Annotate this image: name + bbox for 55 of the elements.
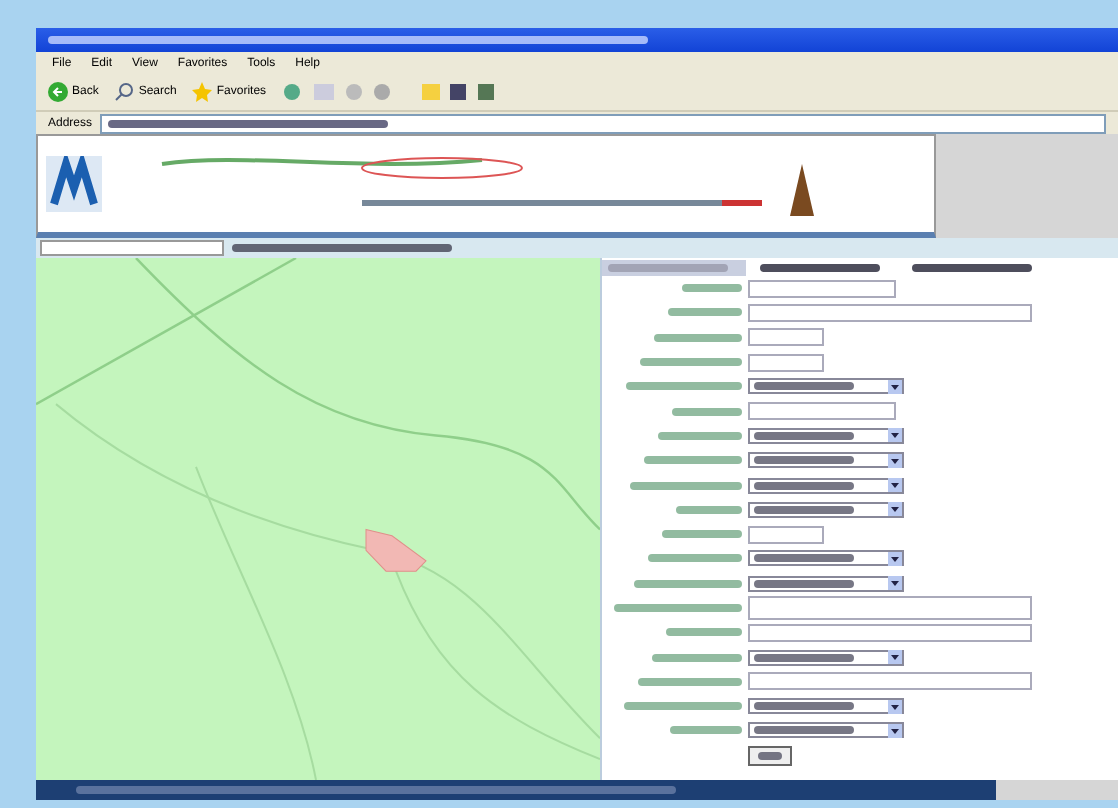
blurred-label [652,653,742,662]
caret-icon [888,551,902,566]
blurred-label [668,308,742,317]
input-field[interactable] [748,623,1032,642]
dropdown[interactable] [748,501,904,518]
star-icon [192,82,213,102]
dropdown[interactable] [748,427,904,444]
blurred-label [672,407,742,416]
caret-icon [888,453,902,468]
address-field[interactable] [100,113,1106,133]
blurred-label [614,604,742,612]
dropdown[interactable] [748,477,904,494]
blurred-label [648,554,742,563]
dropdown[interactable] [748,575,904,592]
search-field[interactable] [40,240,224,256]
submit-button[interactable] [748,745,792,766]
back-arrow-icon [48,82,68,102]
blurred-label [644,456,742,465]
dropdown[interactable] [748,698,904,715]
blurred-label [666,628,742,637]
input-field[interactable] [748,353,824,372]
dropdown[interactable] [748,452,904,469]
dropdown[interactable] [748,649,904,666]
blurred-label [626,382,742,391]
caret-icon [888,723,902,738]
blurred-label [676,505,742,514]
blurred-label [624,702,742,711]
input-field[interactable] [748,279,896,298]
logo-icon [46,156,102,212]
blurred-label [654,333,742,342]
blurred-label [630,481,742,490]
caret-icon [888,379,902,394]
dropdown[interactable] [748,378,904,395]
input-field[interactable] [748,328,824,347]
text-area[interactable] [748,596,1032,620]
dropdown[interactable] [748,722,904,739]
blurred-label [662,530,742,539]
caret-icon [888,650,902,665]
blurred-label [634,579,742,588]
blurred-label [670,726,742,735]
caret-icon [888,478,902,493]
blurred-label [682,284,742,293]
input-field[interactable] [748,525,824,544]
caret-icon [888,502,902,517]
blurred-label [658,431,742,440]
caret-icon [888,428,902,443]
input-field[interactable] [748,672,1032,691]
caret-icon [888,576,902,591]
input-field[interactable] [748,303,1032,322]
caret-icon [888,699,902,714]
blurred-label [638,677,742,686]
input-field[interactable] [748,402,896,421]
search-icon [114,82,135,102]
dropdown[interactable] [748,550,904,567]
blurred-label [640,358,742,367]
